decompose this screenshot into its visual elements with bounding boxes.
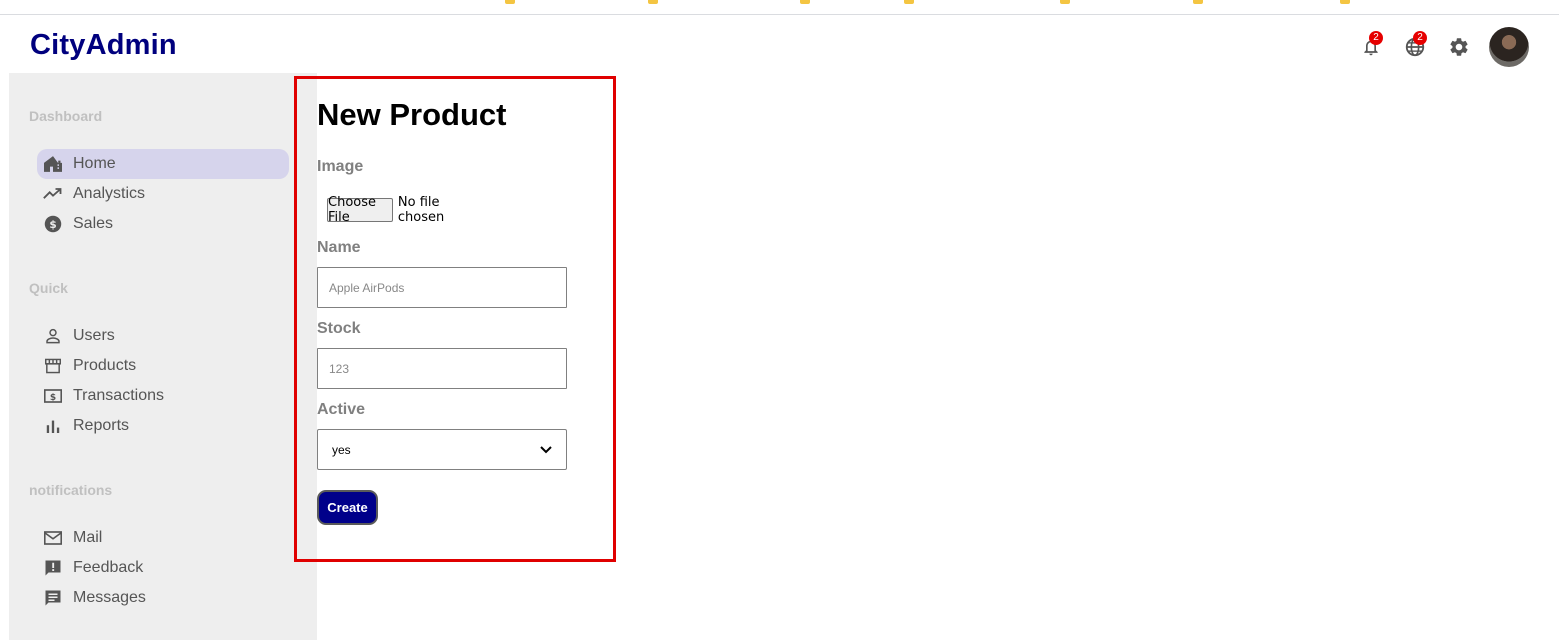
sidebar-item-mail[interactable]: Mail bbox=[37, 523, 289, 553]
create-button[interactable]: Create bbox=[317, 490, 378, 525]
bookmark-folder-icon[interactable] bbox=[648, 0, 658, 4]
sidebar-item-feedback[interactable]: Feedback bbox=[37, 553, 289, 583]
browser-bookmarks-bar bbox=[0, 0, 1559, 15]
sidebar-item-messages[interactable]: Messages bbox=[37, 583, 289, 613]
bookmark-folder-icon[interactable] bbox=[1060, 0, 1070, 4]
sidebar-item-label: Home bbox=[73, 155, 116, 172]
stock-placeholder: 123 bbox=[329, 361, 350, 376]
feedback-icon bbox=[43, 558, 63, 578]
chevron-down-icon bbox=[540, 445, 552, 453]
bar-chart-icon bbox=[43, 416, 63, 436]
svg-text:$: $ bbox=[49, 219, 56, 231]
user-icon bbox=[43, 326, 63, 346]
image-file-input: Choose File No file chosen bbox=[327, 195, 466, 225]
notifications-button[interactable]: 2 bbox=[1357, 31, 1385, 61]
avatar[interactable] bbox=[1489, 27, 1529, 67]
sidebar-item-analytics[interactable]: Analystics bbox=[37, 179, 289, 209]
dollar-icon: $ bbox=[43, 214, 63, 234]
trending-up-icon bbox=[43, 184, 63, 204]
bookmark-folder-icon[interactable] bbox=[1193, 0, 1203, 4]
sidebar-item-label: Sales bbox=[73, 215, 114, 232]
sidebar-item-label: Products bbox=[73, 357, 137, 374]
choose-file-button[interactable]: Choose File bbox=[327, 195, 393, 225]
home-icon bbox=[43, 154, 63, 174]
sidebar-item-label: Users bbox=[73, 327, 115, 344]
sidebar-item-home[interactable]: Home bbox=[37, 149, 289, 179]
svg-text:$: $ bbox=[50, 393, 56, 403]
no-file-text: No file chosen bbox=[397, 195, 445, 225]
active-label: Active bbox=[317, 401, 366, 418]
name-placeholder: Apple AirPods bbox=[329, 280, 405, 295]
sidebar-item-transactions[interactable]: $ Transactions bbox=[37, 381, 289, 411]
sidebar-item-label: Analystics bbox=[73, 185, 146, 202]
sidebar-item-products[interactable]: Products bbox=[37, 351, 289, 381]
sidebar: Dashboard Home Analystics $ Sales Quick … bbox=[9, 73, 317, 640]
stock-input[interactable]: 123 bbox=[317, 348, 567, 389]
language-button[interactable]: 2 bbox=[1401, 31, 1429, 61]
sidebar-section-quick: Quick bbox=[29, 280, 68, 296]
sidebar-section-notifications: notifications bbox=[29, 482, 113, 498]
page-title: New Product bbox=[317, 97, 507, 132]
mail-icon bbox=[43, 528, 63, 548]
bookmark-folder-icon[interactable] bbox=[904, 0, 914, 4]
active-select-value: yes bbox=[332, 442, 351, 457]
bookmark-folder-icon[interactable] bbox=[1340, 0, 1350, 4]
sidebar-item-sales[interactable]: $ Sales bbox=[37, 209, 289, 239]
money-icon: $ bbox=[43, 386, 63, 406]
app-logo[interactable]: CityAdmin bbox=[30, 29, 177, 62]
gear-icon bbox=[1450, 38, 1468, 56]
bookmark-folder-icon[interactable] bbox=[800, 0, 810, 4]
sidebar-item-label: Feedback bbox=[73, 559, 144, 576]
sidebar-item-users[interactable]: Users bbox=[37, 321, 289, 351]
sidebar-item-label: Mail bbox=[73, 529, 103, 546]
chat-icon bbox=[43, 588, 63, 608]
topbar-icons: 2 2 bbox=[1341, 27, 1529, 67]
sidebar-item-label: Transactions bbox=[73, 387, 164, 404]
sidebar-item-label: Reports bbox=[73, 417, 130, 434]
image-label: Image bbox=[317, 158, 364, 175]
settings-button[interactable] bbox=[1445, 33, 1473, 61]
sidebar-item-reports[interactable]: Reports bbox=[37, 411, 289, 441]
sidebar-section-dashboard: Dashboard bbox=[29, 108, 103, 124]
bookmark-folder-icon[interactable] bbox=[505, 0, 515, 4]
language-badge: 2 bbox=[1413, 31, 1427, 45]
name-label: Name bbox=[317, 239, 361, 256]
notification-badge: 2 bbox=[1369, 31, 1383, 45]
active-select[interactable]: yes bbox=[317, 429, 567, 470]
name-input[interactable]: Apple AirPods bbox=[317, 267, 567, 308]
storefront-icon bbox=[43, 356, 63, 376]
topbar: CityAdmin 2 2 bbox=[0, 15, 1559, 73]
stock-label: Stock bbox=[317, 320, 361, 337]
sidebar-item-label: Messages bbox=[73, 589, 146, 606]
